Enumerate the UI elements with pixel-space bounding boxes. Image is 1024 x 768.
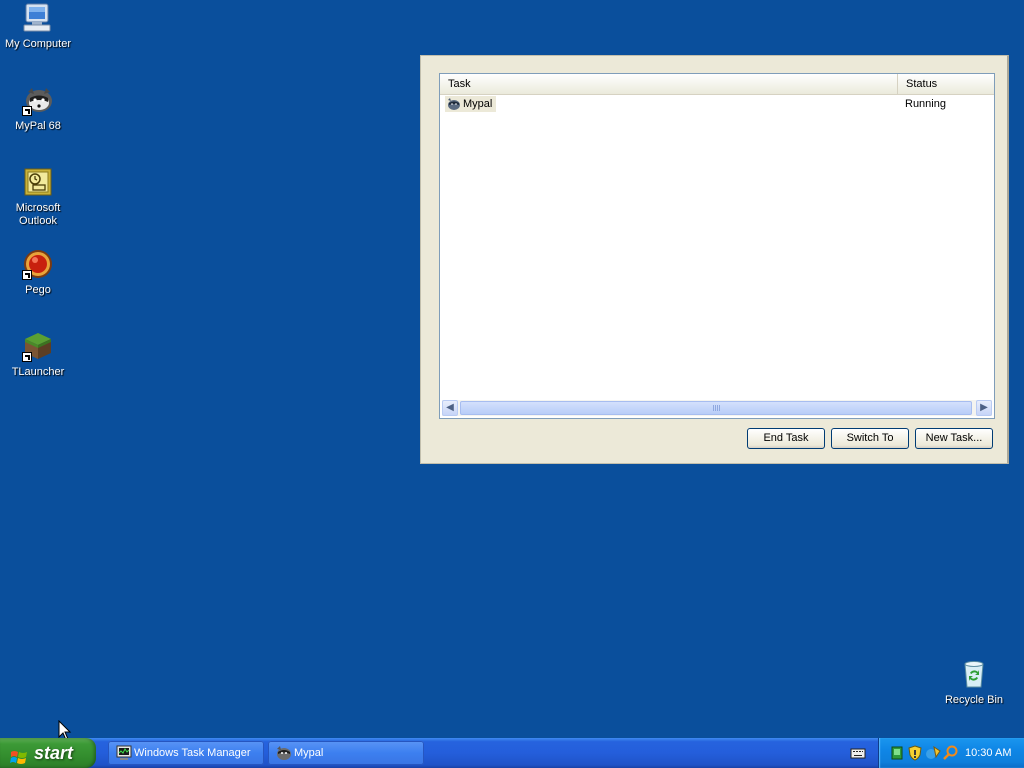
- desktop-icon-label: TLauncher: [11, 366, 65, 378]
- switch-to-button[interactable]: Switch To: [831, 428, 909, 449]
- scroll-left-button[interactable]: ◀: [442, 400, 458, 416]
- network-icon[interactable]: [889, 745, 905, 761]
- taskbar-button-task-manager[interactable]: Windows Task Manager: [108, 741, 264, 765]
- recycle-bin-icon: [958, 658, 990, 690]
- task-status: Running: [905, 98, 946, 110]
- desktop-icon-outlook[interactable]: Microsoft Outlook: [0, 166, 76, 228]
- task-name: Mypal: [463, 98, 493, 110]
- desktop-icon-label: Microsoft Outlook: [15, 202, 61, 227]
- taskbar-button-label: Mypal: [294, 747, 324, 759]
- column-header-status[interactable]: Status: [898, 74, 994, 94]
- scroll-grip: [713, 405, 720, 411]
- desktop-icon-recycle-bin[interactable]: Recycle Bin: [936, 658, 1012, 707]
- applications-list[interactable]: Task Status Mypal Running ◀ ▶: [439, 73, 995, 419]
- column-header-task[interactable]: Task: [440, 74, 898, 94]
- desktop-icon-label: Recycle Bin: [944, 694, 1004, 706]
- end-task-button[interactable]: End Task: [747, 428, 825, 449]
- start-label: start: [34, 743, 74, 763]
- start-button[interactable]: start: [0, 738, 96, 768]
- scroll-right-button[interactable]: ▶: [976, 400, 992, 416]
- mypal-icon: [447, 97, 461, 111]
- list-item[interactable]: Mypal Running: [443, 96, 994, 112]
- desktop-icon-pego[interactable]: Pego: [0, 248, 76, 297]
- pego-icon: [22, 248, 54, 280]
- shortcut-arrow-icon: [22, 270, 32, 280]
- desktop-icon-label: My Computer: [4, 38, 72, 50]
- task-manager-icon: [116, 745, 132, 761]
- new-task-button[interactable]: New Task...: [915, 428, 993, 449]
- search-icon[interactable]: [943, 745, 959, 761]
- mypal-icon: [22, 84, 54, 116]
- shortcut-arrow-icon: [22, 106, 32, 116]
- desktop-icon-label: MyPal 68: [15, 120, 61, 132]
- windows-logo-icon: [10, 745, 28, 764]
- desktop-icon-label: Pego: [25, 284, 51, 296]
- desktop: My Computer MyPal 68 Microsoft Outlook P…: [0, 0, 1024, 741]
- list-header: Task Status: [440, 74, 994, 95]
- mypal-icon: [276, 745, 292, 761]
- task-manager-window: Task Status Mypal Running ◀ ▶ End Task S…: [420, 55, 1009, 464]
- task-name-cell[interactable]: Mypal: [445, 96, 497, 112]
- shortcut-arrow-icon: [22, 352, 32, 362]
- my-computer-icon: [22, 2, 54, 34]
- security-shield-icon[interactable]: [907, 745, 923, 761]
- keyboard-icon[interactable]: [850, 746, 866, 760]
- taskbar-button-mypal[interactable]: Mypal: [268, 741, 424, 765]
- update-icon[interactable]: [925, 745, 941, 761]
- horizontal-scrollbar[interactable]: ◀ ▶: [442, 400, 992, 416]
- taskbar: start Windows Task Manager Mypal 10:30 A…: [0, 738, 1024, 768]
- scroll-thumb[interactable]: [460, 401, 972, 415]
- desktop-icon-mypal[interactable]: MyPal 68: [0, 84, 76, 133]
- outlook-icon: [22, 166, 54, 198]
- taskbar-button-label: Windows Task Manager: [134, 747, 251, 759]
- tlauncher-icon: [22, 330, 54, 362]
- desktop-icon-tlauncher[interactable]: TLauncher: [0, 330, 76, 379]
- clock[interactable]: 10:30 AM: [965, 738, 1011, 768]
- system-tray: 10:30 AM: [878, 738, 1024, 768]
- desktop-icon-my-computer[interactable]: My Computer: [0, 2, 76, 51]
